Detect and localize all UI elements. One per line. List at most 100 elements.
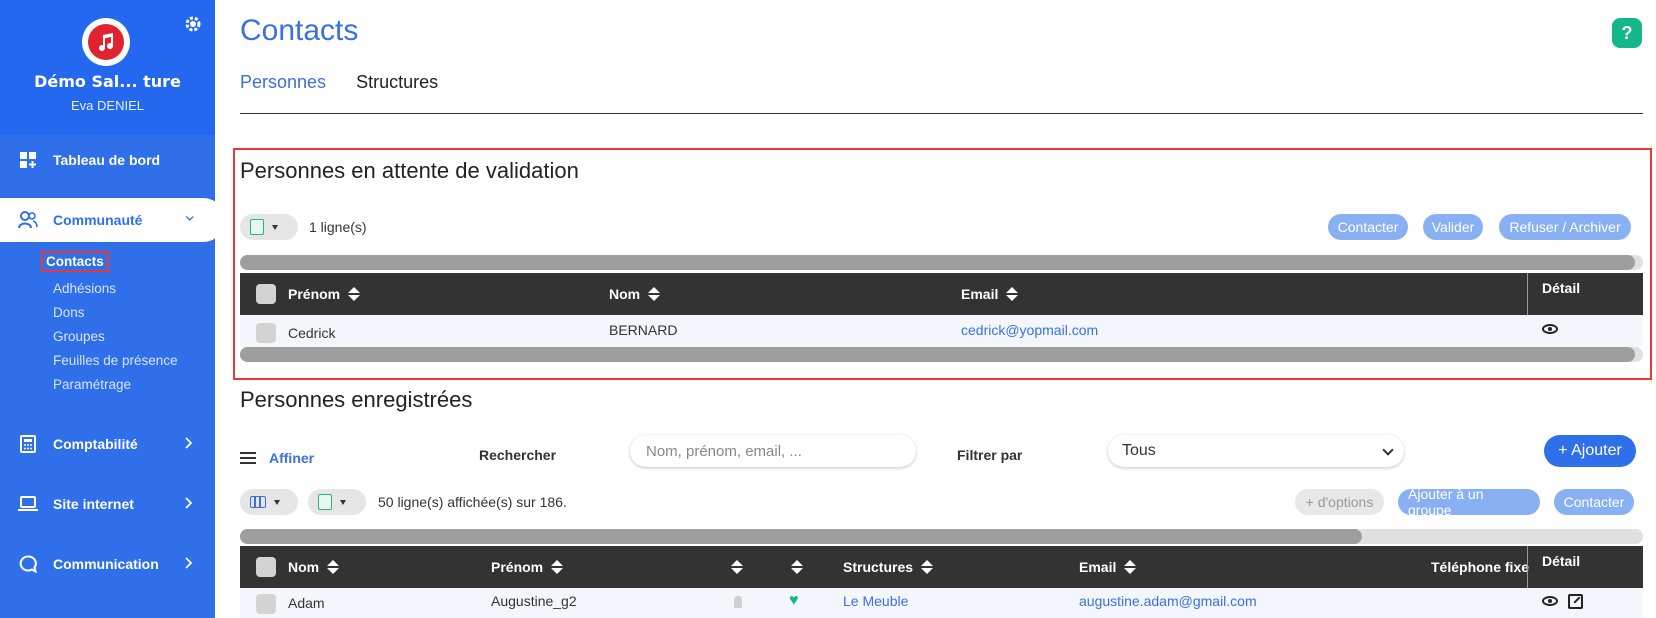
sort-icon: [348, 287, 361, 301]
chevron-right-icon: [185, 437, 193, 449]
subnav-feuilles-de-presence[interactable]: Feuilles de présence: [53, 353, 178, 368]
add-button[interactable]: + Ajouter: [1544, 435, 1636, 467]
pending-validate-button[interactable]: Valider: [1423, 214, 1483, 240]
search-label: Rechercher: [479, 447, 557, 463]
filter-label: Filtrer par: [957, 447, 1023, 463]
registered-contact-button[interactable]: Contacter: [1554, 489, 1634, 515]
col-badge-sort[interactable]: [731, 546, 743, 588]
column-divider: [1527, 273, 1528, 315]
select-all-checkbox[interactable]: [256, 284, 276, 304]
sort-icon: [327, 560, 340, 574]
sort-icon: [1006, 287, 1019, 301]
columns-icon: [250, 496, 266, 508]
column-divider: [1527, 546, 1528, 588]
nav-tableau-de-bord[interactable]: Tableau de bord: [0, 138, 215, 182]
calculator-icon: [18, 434, 38, 454]
table-row: Adam Augustine_g2 ♥ Le Meuble augustine.…: [240, 588, 1643, 618]
registered-scrollbar[interactable]: [240, 529, 1643, 544]
eye-icon[interactable]: [1542, 596, 1558, 606]
subnav-groupes[interactable]: Groupes: [53, 329, 105, 344]
select-all-checkbox[interactable]: [256, 557, 276, 577]
community-icon: [18, 210, 38, 230]
col-nom[interactable]: Nom: [609, 273, 661, 315]
cell-email[interactable]: augustine.adam@gmail.com: [1079, 585, 1257, 617]
badge-icon: [734, 586, 742, 618]
pending-export-button[interactable]: [240, 214, 298, 240]
col-nom[interactable]: Nom: [288, 546, 340, 588]
sidebar-header: Démo Sal... ture Eva DENIEL: [0, 0, 215, 135]
user-name: Eva DENIEL: [71, 98, 144, 113]
pending-refuse-button[interactable]: Refuser / Archiver: [1499, 214, 1631, 240]
pending-scrollbar-bottom[interactable]: [240, 347, 1643, 362]
col-favorite-sort[interactable]: [791, 546, 803, 588]
cell-nom: BERNARD: [609, 322, 678, 338]
caret-down-icon: [274, 499, 280, 505]
subnav-adhesions[interactable]: Adhésions: [53, 281, 116, 296]
col-prenom[interactable]: Prénom: [491, 546, 564, 588]
col-email[interactable]: Email: [961, 273, 1019, 315]
pending-row-count: 1 ligne(s): [309, 219, 367, 235]
sort-icon: [921, 560, 934, 574]
registered-section-title: Personnes enregistrées: [240, 387, 473, 412]
row-actions: [1542, 585, 1583, 617]
row-checkbox[interactable]: [256, 323, 276, 343]
sidebar: Démo Sal... ture Eva DENIEL Tableau de b…: [0, 0, 225, 618]
org-name[interactable]: Démo Sal... ture: [0, 72, 215, 91]
caret-down-icon: [272, 224, 278, 230]
pending-scrollbar-top[interactable]: [240, 255, 1643, 270]
filter-select[interactable]: Tous: [1108, 435, 1404, 467]
chevron-right-icon: [185, 557, 193, 569]
pending-contact-button[interactable]: Contacter: [1328, 214, 1408, 240]
registered-export-button[interactable]: [308, 489, 366, 515]
tab-personnes[interactable]: Personnes: [240, 72, 326, 93]
registered-table-header: Nom Prénom Structures Email Téléphone fi…: [240, 546, 1643, 588]
refine-link[interactable]: Affiner: [269, 450, 314, 466]
eye-icon[interactable]: [1542, 313, 1558, 345]
nav-site-internet[interactable]: Site internet: [0, 482, 215, 526]
music-note-icon: [99, 33, 114, 52]
row-checkbox[interactable]: [256, 594, 276, 614]
more-options-button[interactable]: + d'options: [1295, 489, 1384, 515]
nav-communaute[interactable]: Communauté: [0, 198, 225, 242]
columns-button[interactable]: [240, 489, 298, 515]
subnav-parametrage[interactable]: Paramétrage: [53, 377, 131, 392]
table-row: Cedrick BERNARD cedrick@yopmail.com: [240, 315, 1643, 347]
chevron-right-icon: [185, 497, 193, 509]
sort-icon: [1124, 560, 1137, 574]
subnav-dons[interactable]: Dons: [53, 305, 85, 320]
menu-icon[interactable]: [240, 452, 256, 464]
edit-icon[interactable]: [1568, 593, 1583, 609]
nav-communication[interactable]: Communication: [0, 542, 215, 586]
add-to-group-button[interactable]: Ajouter à un groupe: [1398, 486, 1540, 518]
search-input[interactable]: Nom, prénom, email, ...: [630, 435, 916, 467]
help-button[interactable]: ?: [1612, 18, 1642, 48]
chevron-down-icon: [185, 215, 194, 221]
pending-section-title: Personnes en attente de validation: [240, 158, 579, 183]
tab-structures[interactable]: Structures: [356, 72, 438, 93]
cell-structure[interactable]: Le Meuble: [843, 585, 908, 617]
dashboard-icon: [18, 150, 38, 170]
col-prenom[interactable]: Prénom: [288, 273, 361, 315]
cell-prenom: Augustine_g2: [491, 593, 577, 609]
col-structures[interactable]: Structures: [843, 546, 934, 588]
subnav-contacts[interactable]: Contacts: [41, 251, 109, 272]
col-email[interactable]: Email: [1079, 546, 1137, 588]
cell-nom: Adam: [288, 595, 325, 611]
filter-row: Affiner Rechercher Nom, prénom, email, .…: [240, 433, 1643, 473]
tabs-divider: [240, 113, 1643, 114]
caret-down-icon: [340, 499, 346, 505]
org-logo: [82, 18, 130, 66]
col-telephone[interactable]: Téléphone fixe: [1431, 546, 1529, 588]
chevron-down-icon: [1382, 444, 1394, 456]
laptop-icon: [18, 494, 38, 514]
cell-email[interactable]: cedrick@yopmail.com: [961, 314, 1098, 346]
sort-icon: [731, 560, 743, 574]
tabs: Personnes Structures: [240, 72, 438, 93]
col-detail: Détail: [1542, 280, 1581, 296]
heart-icon[interactable]: ♥: [789, 585, 799, 617]
gear-icon[interactable]: [183, 14, 203, 34]
xls-icon: [250, 219, 264, 235]
registered-row-count: 50 ligne(s) affichée(s) sur 186.: [378, 494, 567, 510]
nav-comptabilite[interactable]: Comptabilité: [0, 422, 215, 466]
nav-label: Communauté: [53, 212, 143, 228]
